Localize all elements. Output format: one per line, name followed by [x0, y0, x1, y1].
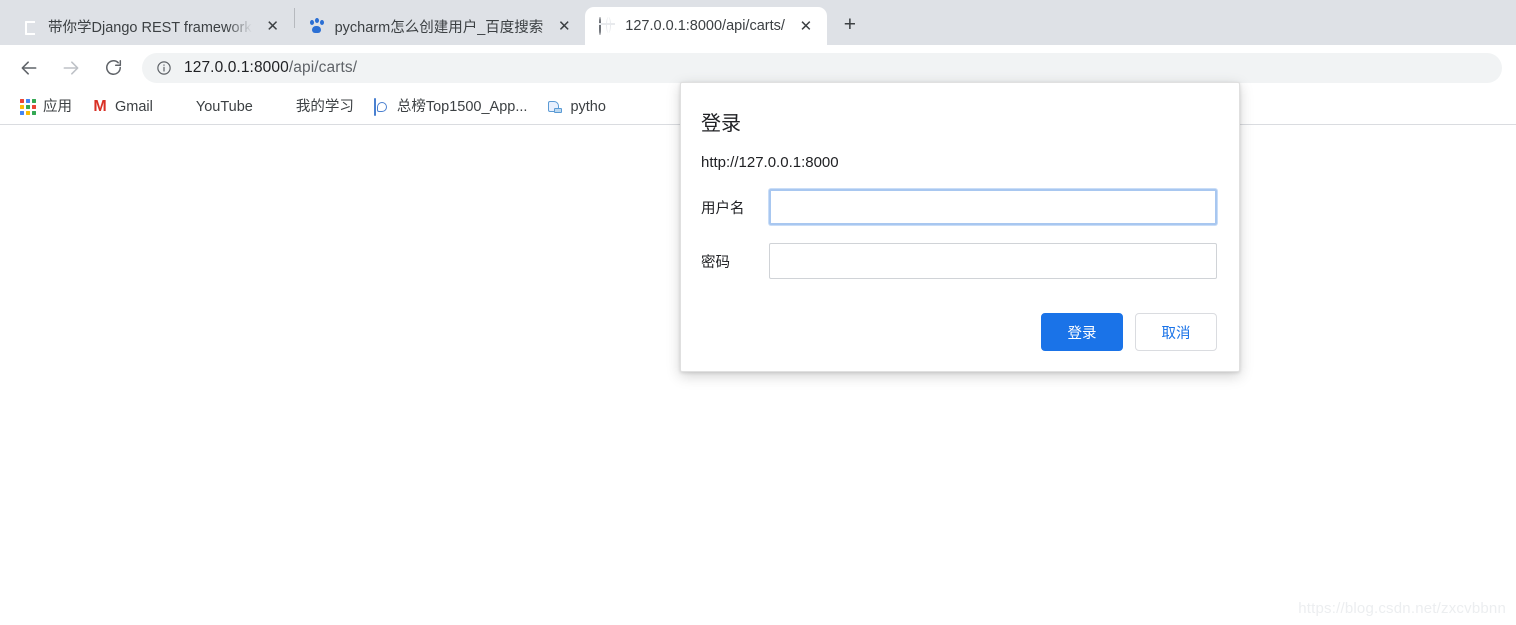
bookmark-label: Gmail	[115, 99, 153, 115]
username-row: 用户名	[701, 189, 1217, 225]
username-input[interactable]	[769, 189, 1217, 225]
bookmark-python[interactable]: pytho	[539, 95, 613, 119]
tab-django-rest-framework[interactable]: 带你学Django REST framework ✕	[8, 7, 294, 45]
reload-icon[interactable]	[97, 52, 129, 84]
apps-grid-icon	[20, 99, 36, 115]
address-bar[interactable]: 127.0.0.1:8000/api/carts/	[142, 52, 1502, 83]
info-circle-icon[interactable]	[156, 60, 172, 76]
forward-arrow-icon	[55, 52, 87, 84]
tab-close-button[interactable]: ✕	[553, 15, 575, 37]
bookmark-my-study[interactable]: 我的学习	[265, 95, 362, 119]
username-label: 用户名	[701, 200, 745, 217]
bookmark-youtube[interactable]: YouTube	[165, 95, 261, 119]
password-label: 密码	[701, 254, 730, 271]
tab-strip: 带你学Django REST framework ✕ pycharm怎么创建用户…	[0, 0, 1516, 45]
bookmark-label: YouTube	[195, 99, 253, 115]
tab-close-button[interactable]: ✕	[262, 15, 284, 37]
password-input[interactable]	[769, 243, 1217, 279]
baidu-paw-icon	[309, 17, 326, 35]
bookmark-label: 总榜Top1500_App...	[396, 99, 528, 115]
tab-title: pycharm怎么创建用户_百度搜索	[334, 19, 544, 36]
book-green-icon	[22, 18, 39, 35]
watermark-text: https://blog.csdn.net/zxcvbbnn	[1298, 600, 1506, 617]
globe-icon	[599, 16, 616, 35]
tab-baidu-search[interactable]: pycharm怎么创建用户_百度搜索 ✕	[295, 7, 586, 45]
back-arrow-icon[interactable]	[13, 52, 45, 84]
bookmark-gmail[interactable]: M Gmail	[84, 95, 161, 119]
url-host: 127.0.0.1:8000	[184, 58, 289, 76]
url-path: /api/carts/	[288, 58, 358, 76]
book-green-icon	[273, 99, 289, 115]
tab-title: 带你学Django REST framework	[48, 19, 252, 36]
new-tab-button[interactable]: +	[835, 10, 865, 40]
dialog-actions: 登录 取消	[701, 313, 1217, 351]
tab-title: 127.0.0.1:8000/api/carts/	[625, 18, 785, 34]
login-cancel-button[interactable]: 取消	[1135, 313, 1217, 351]
address-bar-url: 127.0.0.1:8000/api/carts/	[184, 59, 357, 77]
topapp-icon	[373, 98, 390, 116]
bookmark-label: 应用	[43, 99, 72, 115]
bookmark-label: 我的学习	[295, 99, 354, 115]
bookmark-apps[interactable]: 应用	[12, 95, 80, 119]
bookmark-label: pytho	[570, 99, 606, 115]
dialog-origin: http://127.0.0.1:8000	[701, 154, 839, 171]
login-submit-button[interactable]: 登录	[1041, 313, 1123, 351]
tab-close-button[interactable]: ✕	[795, 15, 817, 37]
http-auth-dialog: 登录 http://127.0.0.1:8000 用户名 密码 登录 取消	[680, 82, 1240, 372]
bookmark-top1500-app[interactable]: 总榜Top1500_App...	[366, 95, 536, 119]
scroll-blue-icon	[547, 99, 563, 115]
youtube-icon	[173, 99, 189, 115]
password-row: 密码	[701, 243, 1217, 279]
tab-api-carts[interactable]: 127.0.0.1:8000/api/carts/ ✕	[585, 7, 827, 45]
dialog-title: 登录	[701, 113, 741, 135]
gmail-icon: M	[93, 98, 107, 115]
browser-window: 带你学Django REST framework ✕ pycharm怎么创建用户…	[0, 0, 1516, 625]
